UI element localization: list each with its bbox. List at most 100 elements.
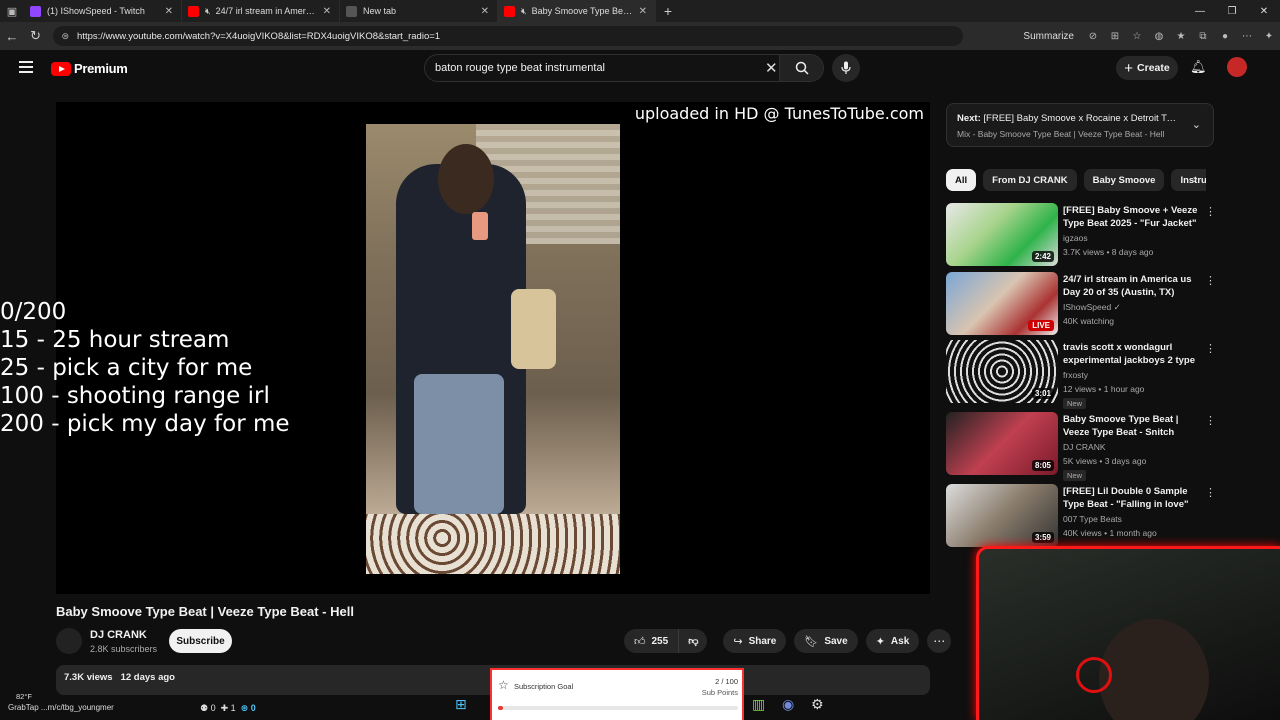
up-next-panel[interactable]: Next: [FREE] Baby Smoove x Rocaine x Det… bbox=[946, 103, 1214, 147]
video-thumbnail[interactable]: 3:59 bbox=[946, 484, 1058, 547]
minimize-icon[interactable]: — bbox=[1184, 6, 1216, 17]
recommended-video[interactable]: 2:42 [FREE] Baby Smoove + Veeze Type Beat… bbox=[946, 203, 1216, 269]
filter-chip[interactable]: Baby Smoove bbox=[1083, 169, 1165, 191]
next-prefix: Next: bbox=[957, 113, 981, 124]
youtube-logo[interactable]: Premium bbox=[51, 61, 128, 76]
recommended-channel[interactable]: DJ CRANK bbox=[1063, 442, 1106, 452]
tab-title: 24/7 irl stream in America us bbox=[215, 6, 317, 16]
subscribe-button[interactable]: Subscribe bbox=[169, 629, 232, 653]
recommended-channel[interactable]: frxosty bbox=[1063, 370, 1088, 380]
recommended-channel[interactable]: IShowSpeed ✓ bbox=[1063, 302, 1121, 313]
extension-icon[interactable]: ⊘ bbox=[1082, 31, 1104, 42]
recommended-meta: 40K views • 1 month ago bbox=[1063, 528, 1157, 538]
subscriber-count: 2.8K subscribers bbox=[90, 644, 158, 654]
close-tab-icon[interactable]: ✕ bbox=[323, 6, 331, 17]
site-info-icon[interactable]: ⊜ bbox=[61, 31, 69, 42]
summarize-button[interactable]: Summarize bbox=[1023, 31, 1074, 42]
recommended-channel[interactable]: igzaos bbox=[1063, 233, 1088, 243]
save-label: Save bbox=[824, 635, 848, 647]
video-thumbnail[interactable]: 8:05 bbox=[946, 412, 1058, 475]
create-button[interactable]: + Create bbox=[1116, 56, 1178, 80]
recommended-video[interactable]: 3:59 [FREE] Lil Double 0 Sample Type Beat… bbox=[946, 484, 1216, 550]
close-tab-icon[interactable]: ✕ bbox=[639, 6, 647, 17]
video-thumbnail[interactable]: 2:42 bbox=[946, 203, 1058, 266]
recommended-video[interactable]: 3:01 travis scott x wondagurl experimenta… bbox=[946, 340, 1216, 409]
more-options-icon[interactable]: ⋮ bbox=[1205, 342, 1216, 355]
share-button[interactable]: ↪ Share bbox=[723, 629, 787, 653]
copilot-icon[interactable]: ✦ bbox=[1258, 31, 1280, 42]
dislike-button[interactable]: 👎︎ bbox=[679, 629, 708, 653]
close-window-icon[interactable]: ✕ bbox=[1248, 6, 1280, 17]
recommended-video[interactable]: LIVE 24/7 irl stream in America us Day 20… bbox=[946, 272, 1216, 338]
recommended-video[interactable]: 8:05 Baby Smoove Type Beat | Veeze Type B… bbox=[946, 412, 1216, 481]
recommended-channel[interactable]: 007 Type Beats bbox=[1063, 514, 1122, 524]
browser-tab[interactable]: 🔇︎ 24/7 irl stream in America us ✕ bbox=[182, 0, 340, 22]
extension-icon[interactable]: ◍ bbox=[1148, 31, 1170, 42]
tab-favicon-icon bbox=[30, 5, 41, 17]
recommended-meta: 40K watching bbox=[1063, 316, 1115, 326]
menu-dots-icon[interactable]: ⋯ bbox=[1236, 31, 1258, 42]
menu-icon[interactable] bbox=[19, 61, 33, 73]
account-avatar[interactable] bbox=[1227, 57, 1247, 77]
close-tab-icon[interactable]: ✕ bbox=[165, 6, 173, 17]
muted-speaker-icon[interactable]: 🔇︎ bbox=[521, 6, 527, 17]
muted-speaker-icon[interactable]: 🔇︎ bbox=[205, 6, 211, 17]
windows-start-icon[interactable]: ⊞ bbox=[455, 696, 467, 713]
next-title: [FREE] Baby Smoove x Rocaine x Detroit T… bbox=[983, 113, 1177, 124]
browser-tab[interactable]: New tab ✕ bbox=[340, 0, 498, 22]
discord-icon[interactable]: ◉ bbox=[782, 696, 794, 713]
recommended-title[interactable]: travis scott x wondagurl experimental ja… bbox=[1063, 341, 1201, 367]
recommended-title[interactable]: [FREE] Baby Smoove + Veeze Type Beat 202… bbox=[1063, 204, 1201, 230]
status-url-text: GrabTap ...m/c/tbg_youngmer bbox=[8, 703, 114, 712]
refresh-icon[interactable]: ↻ bbox=[24, 28, 48, 44]
close-tab-icon[interactable]: ✕ bbox=[481, 6, 489, 17]
back-icon[interactable]: ← bbox=[0, 29, 24, 44]
channel-avatar[interactable] bbox=[56, 628, 82, 654]
channel-name[interactable]: DJ CRANK bbox=[90, 629, 147, 641]
url-field[interactable]: ⊜ https://www.youtube.com/watch?v=X4uoig… bbox=[53, 26, 964, 46]
filter-chip[interactable]: Instru bbox=[1171, 169, 1206, 191]
clear-search-icon[interactable]: ✕ bbox=[765, 59, 778, 77]
ask-button[interactable]: ✦ Ask bbox=[865, 629, 920, 653]
favorite-star-icon[interactable]: ☆ bbox=[1126, 31, 1148, 42]
favorites-icon[interactable]: ★ bbox=[1170, 31, 1192, 42]
new-tab-button[interactable]: + bbox=[656, 3, 680, 19]
search-box[interactable]: baton rouge type beat instrumental ✕ bbox=[424, 54, 824, 82]
save-button[interactable]: 🔖︎ Save bbox=[794, 629, 858, 653]
profile-icon[interactable]: ● bbox=[1214, 31, 1236, 42]
video-thumbnail[interactable]: LIVE bbox=[946, 272, 1058, 335]
voice-search-button[interactable] bbox=[832, 54, 860, 82]
filter-chip[interactable]: All bbox=[946, 169, 977, 191]
app-icon[interactable]: ▥ bbox=[752, 696, 765, 713]
more-options-icon[interactable]: ⋮ bbox=[1205, 274, 1216, 287]
collections-icon[interactable]: ⧉ bbox=[1192, 31, 1214, 42]
recommended-title[interactable]: [FREE] Lil Double 0 Sample Type Beat - "… bbox=[1063, 485, 1201, 511]
goal-value: 2 / 100 bbox=[715, 677, 738, 686]
search-input[interactable]: baton rouge type beat instrumental bbox=[435, 62, 605, 74]
app-icon[interactable]: ⚙ bbox=[811, 696, 824, 713]
filter-chip[interactable]: From DJ CRANK bbox=[983, 169, 1077, 191]
address-bar: ← ↻ ⊜ https://www.youtube.com/watch?v=X4… bbox=[0, 22, 1280, 50]
browser-tab[interactable]: 🔇︎ Baby Smoove Type Beat | Ve ✕ bbox=[498, 0, 656, 22]
more-options-icon[interactable]: ⋮ bbox=[1205, 205, 1216, 218]
stream-goals-overlay: 0/200 15 - 25 hour stream 25 - pick a city… bbox=[0, 298, 290, 438]
split-icon[interactable]: ⊞ bbox=[1104, 31, 1126, 42]
chevron-right-icon[interactable]: › bbox=[1193, 172, 1197, 186]
goal-line: 200 - pick my day for me bbox=[0, 411, 290, 437]
maximize-icon[interactable]: ❐ bbox=[1216, 6, 1248, 17]
recommended-title[interactable]: 24/7 irl stream in America us Day 20 of … bbox=[1063, 273, 1201, 299]
new-badge: New bbox=[1063, 470, 1087, 481]
search-button[interactable] bbox=[779, 55, 823, 81]
browser-tab[interactable]: (1) IShowSpeed - Twitch ✕ bbox=[24, 0, 182, 22]
recommended-title[interactable]: Baby Smoove Type Beat | Veeze Type Beat … bbox=[1063, 413, 1201, 439]
notifications-bell-icon[interactable]: 🔔︎ bbox=[1190, 59, 1207, 75]
chevron-down-icon[interactable]: ⌄ bbox=[1192, 118, 1201, 131]
tab-actions-icon[interactable]: ▣ bbox=[0, 0, 24, 22]
like-button[interactable]: 👍︎ 255 bbox=[624, 629, 680, 653]
youtube-play-icon bbox=[51, 61, 71, 76]
more-options-icon[interactable]: ⋮ bbox=[1205, 486, 1216, 499]
more-actions-icon[interactable]: ⋯ bbox=[927, 629, 952, 653]
more-options-icon[interactable]: ⋮ bbox=[1205, 414, 1216, 427]
recommended-meta: 12 views • 1 hour ago bbox=[1063, 384, 1145, 394]
video-thumbnail[interactable]: 3:01 bbox=[946, 340, 1058, 403]
